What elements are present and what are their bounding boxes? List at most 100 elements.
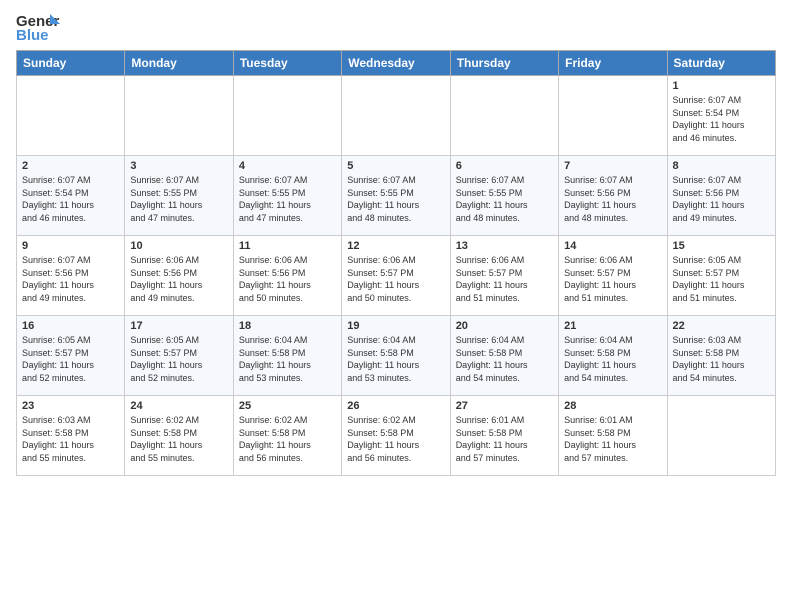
- calendar-body: 1 Sunrise: 6:07 AM Sunset: 5:54 PM Daylig…: [17, 76, 776, 476]
- day-info: Sunrise: 6:07 AM Sunset: 5:55 PM Dayligh…: [347, 174, 444, 224]
- day-cell: [233, 76, 341, 156]
- page: General Blue SundayMondayTuesdayWednesda…: [0, 0, 792, 486]
- day-cell: 4 Sunrise: 6:07 AM Sunset: 5:55 PM Daylig…: [233, 156, 341, 236]
- day-number: 17: [130, 320, 227, 332]
- day-cell: [450, 76, 558, 156]
- day-number: 2: [22, 160, 119, 172]
- day-info: Sunrise: 6:07 AM Sunset: 5:56 PM Dayligh…: [673, 174, 770, 224]
- day-number: 5: [347, 160, 444, 172]
- day-number: 3: [130, 160, 227, 172]
- day-cell: 19 Sunrise: 6:04 AM Sunset: 5:58 PM Dayli…: [342, 316, 450, 396]
- day-number: 7: [564, 160, 661, 172]
- day-header-thursday: Thursday: [450, 51, 558, 76]
- day-info: Sunrise: 6:05 AM Sunset: 5:57 PM Dayligh…: [673, 254, 770, 304]
- day-header-sunday: Sunday: [17, 51, 125, 76]
- day-number: 13: [456, 240, 553, 252]
- svg-text:Blue: Blue: [16, 27, 49, 44]
- day-cell: 17 Sunrise: 6:05 AM Sunset: 5:57 PM Dayli…: [125, 316, 233, 396]
- day-number: 27: [456, 400, 553, 412]
- day-cell: 20Sunrise: 6:04 AM Sunset: 5:58 PM Dayli…: [450, 316, 558, 396]
- day-cell: 1 Sunrise: 6:07 AM Sunset: 5:54 PM Daylig…: [667, 76, 775, 156]
- day-number: 9: [22, 240, 119, 252]
- day-header-tuesday: Tuesday: [233, 51, 341, 76]
- day-info: Sunrise: 6:01 AM Sunset: 5:58 PM Dayligh…: [456, 414, 553, 464]
- day-header-monday: Monday: [125, 51, 233, 76]
- week-row-1: 1 Sunrise: 6:07 AM Sunset: 5:54 PM Daylig…: [17, 76, 776, 156]
- header: General Blue: [16, 10, 776, 44]
- day-info: Sunrise: 6:06 AM Sunset: 5:57 PM Dayligh…: [347, 254, 444, 304]
- day-number: 19: [347, 320, 444, 332]
- day-info: Sunrise: 6:05 AM Sunset: 5:57 PM Dayligh…: [130, 334, 227, 384]
- day-cell: 9 Sunrise: 6:07 AM Sunset: 5:56 PM Daylig…: [17, 236, 125, 316]
- day-cell: 3Sunrise: 6:07 AM Sunset: 5:55 PM Daylig…: [125, 156, 233, 236]
- day-info: Sunrise: 6:04 AM Sunset: 5:58 PM Dayligh…: [347, 334, 444, 384]
- day-cell: 25 Sunrise: 6:02 AM Sunset: 5:58 PM Dayli…: [233, 396, 341, 476]
- day-info: Sunrise: 6:03 AM Sunset: 5:58 PM Dayligh…: [22, 414, 119, 464]
- header-row: SundayMondayTuesdayWednesdayThursdayFrid…: [17, 51, 776, 76]
- day-info: Sunrise: 6:05 AM Sunset: 5:57 PM Dayligh…: [22, 334, 119, 384]
- day-cell: 24 Sunrise: 6:02 AM Sunset: 5:58 PM Dayli…: [125, 396, 233, 476]
- day-cell: 5 Sunrise: 6:07 AM Sunset: 5:55 PM Daylig…: [342, 156, 450, 236]
- day-number: 8: [673, 160, 770, 172]
- day-number: 24: [130, 400, 227, 412]
- day-number: 12: [347, 240, 444, 252]
- day-info: Sunrise: 6:07 AM Sunset: 5:54 PM Dayligh…: [22, 174, 119, 224]
- day-cell: [667, 396, 775, 476]
- day-info: Sunrise: 6:07 AM Sunset: 5:56 PM Dayligh…: [22, 254, 119, 304]
- day-number: 6: [456, 160, 553, 172]
- day-cell: 10 Sunrise: 6:06 AM Sunset: 5:56 PM Dayli…: [125, 236, 233, 316]
- day-number: 4: [239, 160, 336, 172]
- day-cell: 18 Sunrise: 6:04 AM Sunset: 5:58 PM Dayli…: [233, 316, 341, 396]
- day-cell: 6Sunrise: 6:07 AM Sunset: 5:55 PM Daylig…: [450, 156, 558, 236]
- day-number: 18: [239, 320, 336, 332]
- day-info: Sunrise: 6:07 AM Sunset: 5:54 PM Dayligh…: [673, 94, 770, 144]
- day-cell: 13 Sunrise: 6:06 AM Sunset: 5:57 PM Dayli…: [450, 236, 558, 316]
- day-info: Sunrise: 6:04 AM Sunset: 5:58 PM Dayligh…: [239, 334, 336, 384]
- day-cell: 2 Sunrise: 6:07 AM Sunset: 5:54 PM Daylig…: [17, 156, 125, 236]
- day-info: Sunrise: 6:04 AM Sunset: 5:58 PM Dayligh…: [456, 334, 553, 384]
- day-number: 25: [239, 400, 336, 412]
- day-number: 22: [673, 320, 770, 332]
- day-number: 23: [22, 400, 119, 412]
- day-info: Sunrise: 6:03 AM Sunset: 5:58 PM Dayligh…: [673, 334, 770, 384]
- day-number: 15: [673, 240, 770, 252]
- day-cell: 14Sunrise: 6:06 AM Sunset: 5:57 PM Dayli…: [559, 236, 667, 316]
- day-number: 21: [564, 320, 661, 332]
- day-number: 28: [564, 400, 661, 412]
- day-cell: [125, 76, 233, 156]
- day-info: Sunrise: 6:06 AM Sunset: 5:56 PM Dayligh…: [239, 254, 336, 304]
- day-number: 26: [347, 400, 444, 412]
- day-info: Sunrise: 6:06 AM Sunset: 5:56 PM Dayligh…: [130, 254, 227, 304]
- week-row-3: 9 Sunrise: 6:07 AM Sunset: 5:56 PM Daylig…: [17, 236, 776, 316]
- day-cell: 27 Sunrise: 6:01 AM Sunset: 5:58 PM Dayli…: [450, 396, 558, 476]
- day-cell: [342, 76, 450, 156]
- day-header-saturday: Saturday: [667, 51, 775, 76]
- day-number: 10: [130, 240, 227, 252]
- day-info: Sunrise: 6:06 AM Sunset: 5:57 PM Dayligh…: [456, 254, 553, 304]
- day-header-wednesday: Wednesday: [342, 51, 450, 76]
- day-cell: 8 Sunrise: 6:07 AM Sunset: 5:56 PM Daylig…: [667, 156, 775, 236]
- day-cell: 7 Sunrise: 6:07 AM Sunset: 5:56 PM Daylig…: [559, 156, 667, 236]
- day-info: Sunrise: 6:01 AM Sunset: 5:58 PM Dayligh…: [564, 414, 661, 464]
- day-cell: [17, 76, 125, 156]
- day-cell: 12 Sunrise: 6:06 AM Sunset: 5:57 PM Dayli…: [342, 236, 450, 316]
- day-number: 1: [673, 80, 770, 92]
- day-cell: 11 Sunrise: 6:06 AM Sunset: 5:56 PM Dayli…: [233, 236, 341, 316]
- day-info: Sunrise: 6:02 AM Sunset: 5:58 PM Dayligh…: [239, 414, 336, 464]
- week-row-5: 23 Sunrise: 6:03 AM Sunset: 5:58 PM Dayli…: [17, 396, 776, 476]
- calendar-header: SundayMondayTuesdayWednesdayThursdayFrid…: [17, 51, 776, 76]
- day-number: 11: [239, 240, 336, 252]
- day-cell: 26 Sunrise: 6:02 AM Sunset: 5:58 PM Dayli…: [342, 396, 450, 476]
- logo-area: General Blue: [16, 10, 62, 44]
- day-info: Sunrise: 6:07 AM Sunset: 5:55 PM Dayligh…: [239, 174, 336, 224]
- day-cell: 28 Sunrise: 6:01 AM Sunset: 5:58 PM Dayli…: [559, 396, 667, 476]
- day-info: Sunrise: 6:02 AM Sunset: 5:58 PM Dayligh…: [130, 414, 227, 464]
- logo-icon: General Blue: [16, 10, 60, 44]
- calendar-table: SundayMondayTuesdayWednesdayThursdayFrid…: [16, 50, 776, 476]
- week-row-2: 2 Sunrise: 6:07 AM Sunset: 5:54 PM Daylig…: [17, 156, 776, 236]
- day-info: Sunrise: 6:02 AM Sunset: 5:58 PM Dayligh…: [347, 414, 444, 464]
- day-cell: 23 Sunrise: 6:03 AM Sunset: 5:58 PM Dayli…: [17, 396, 125, 476]
- week-row-4: 16Sunrise: 6:05 AM Sunset: 5:57 PM Dayli…: [17, 316, 776, 396]
- day-cell: 22 Sunrise: 6:03 AM Sunset: 5:58 PM Dayli…: [667, 316, 775, 396]
- day-info: Sunrise: 6:07 AM Sunset: 5:56 PM Dayligh…: [564, 174, 661, 224]
